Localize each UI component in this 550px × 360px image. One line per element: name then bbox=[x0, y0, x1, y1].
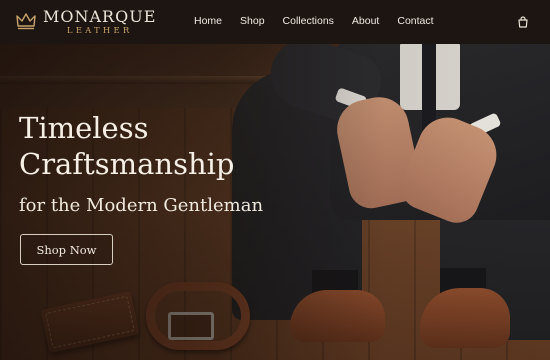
shop-now-button[interactable]: Shop Now bbox=[20, 234, 113, 265]
crown-icon bbox=[16, 13, 36, 30]
nav-link-home[interactable]: Home bbox=[194, 15, 222, 27]
shopping-bag-icon[interactable] bbox=[517, 16, 529, 28]
nav-link-contact[interactable]: Contact bbox=[397, 15, 433, 27]
hero-title: Timeless Craftsmanship bbox=[19, 110, 234, 182]
brand-logo[interactable]: MONARQUE LEATHER bbox=[16, 8, 156, 36]
brand-subtitle: LEATHER bbox=[66, 26, 133, 36]
nav-link-shop[interactable]: Shop bbox=[240, 15, 265, 27]
brand-name: MONARQUE bbox=[43, 7, 157, 26]
nav-link-collections[interactable]: Collections bbox=[283, 15, 334, 27]
top-navigation: MONARQUE LEATHER Home Shop Collections A… bbox=[0, 0, 550, 44]
hero-title-line1: Timeless bbox=[19, 111, 149, 145]
main-menu: Home Shop Collections About Contact bbox=[194, 15, 452, 27]
nav-link-about[interactable]: About bbox=[352, 15, 379, 27]
hero-title-line2: Craftsmanship bbox=[19, 147, 235, 181]
hero-tagline: for the Modern Gentleman bbox=[19, 195, 264, 216]
